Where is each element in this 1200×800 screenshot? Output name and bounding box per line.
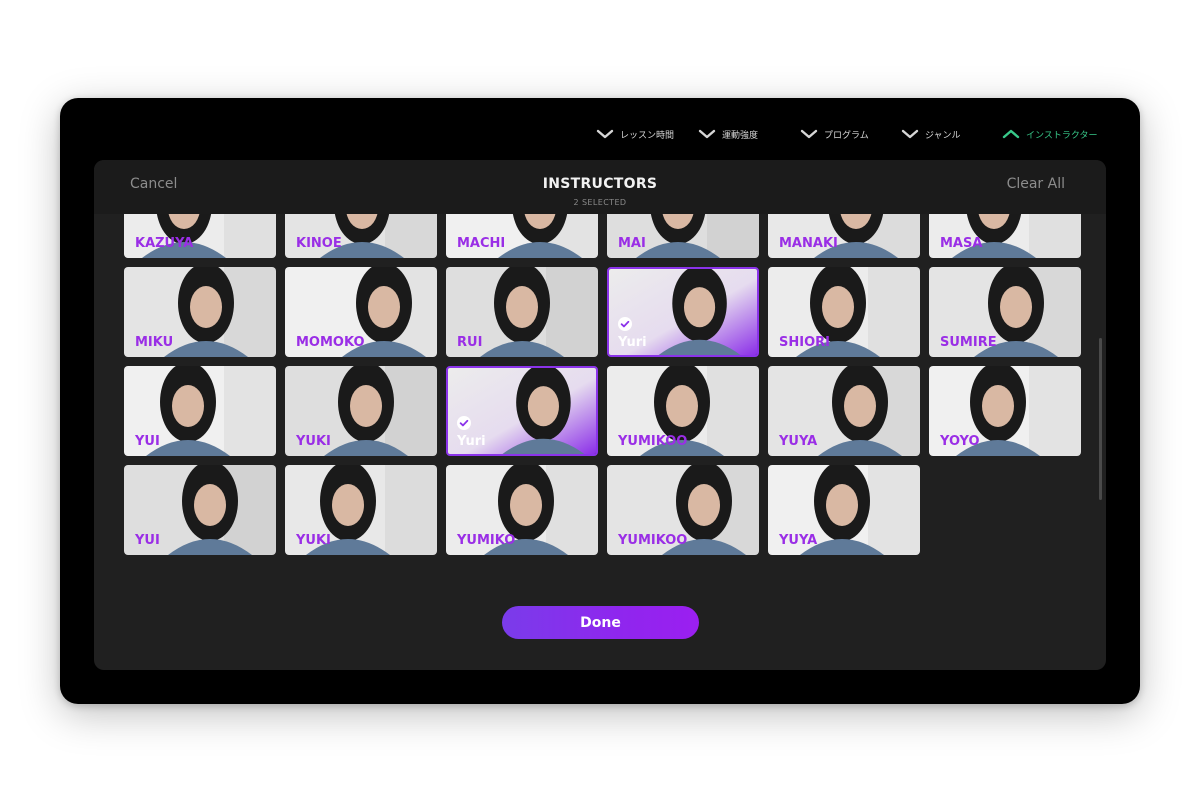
instructor-card[interactable]: MAI [607,214,759,258]
instructor-name: SUMIRE [940,335,997,350]
instructor-card[interactable]: YOYO [929,366,1081,456]
chevron-up-icon [1002,129,1020,139]
filter-intensity[interactable]: 運動強度 [698,126,758,142]
instructor-card[interactable]: SHIORI [768,267,920,357]
instructor-card[interactable]: KAZUYA [124,214,276,258]
instructor-card[interactable]: YUYA [768,366,920,456]
instructor-name: MAI [618,236,646,251]
instructor-card[interactable]: YUMIKOO [607,366,759,456]
instructor-name: MOMOKO [296,335,365,350]
instructor-card[interactable]: YUMIKO [446,465,598,555]
instructor-name: Yuri [457,434,486,449]
filter-genre[interactable]: ジャンル [901,126,961,142]
instructor-name: RUI [457,335,483,350]
tablet-device: レッスン時間 運動強度 プログラム ジャンル インストラクター Cancel I… [60,98,1140,704]
chevron-down-icon [800,129,818,139]
instructor-name: KAZUYA [135,236,194,251]
instructor-grid[interactable]: KAZUYA KINOE MACHI MAI MANAKI MASA MIKU MOMOKO R… [94,214,1106,581]
filter-label: 運動強度 [722,130,759,141]
instructor-card[interactable]: MASA [929,214,1081,258]
scrollbar[interactable] [1099,338,1102,500]
instructor-card[interactable]: Yuri [446,366,598,456]
instructor-name: YOYO [940,434,980,449]
instructor-card[interactable]: KINOE [285,214,437,258]
selected-count: 2 SELECTED [573,198,627,207]
instructor-card[interactable]: YUI [124,465,276,555]
filter-bar: レッスン時間 運動強度 プログラム ジャンル インストラクター [60,118,1140,150]
chevron-down-icon [901,129,919,139]
chevron-down-icon [698,129,716,139]
instructor-card[interactable]: MOMOKO [285,267,437,357]
instructor-name: MASA [940,236,983,251]
filter-label: プログラム [824,130,869,141]
filter-label: インストラクター [1026,130,1098,141]
checkmark-icon [618,317,632,331]
instructor-name: YUMIKO [457,533,516,548]
instructor-name: YUKI [296,533,331,548]
instructor-card[interactable]: SUMIRE [929,267,1081,357]
instructor-card[interactable]: MANAKI [768,214,920,258]
instructor-name: Yuri [618,335,647,350]
instructor-name: YUI [135,434,160,449]
instructor-card[interactable]: RUI [446,267,598,357]
instructor-name: YUMIKOO [618,434,688,449]
instructor-name: MANAKI [779,236,838,251]
instructor-name: MIKU [135,335,174,350]
instructor-name: YUMIKOO [618,533,688,548]
clear-all-button[interactable]: Clear All [1007,176,1065,192]
modal-header: Cancel INSTRUCTORS 2 SELECTED Clear All [94,160,1106,214]
filter-label: ジャンル [925,130,961,141]
instructor-name: YUYA [779,434,818,449]
instructor-card[interactable]: YUKI [285,465,437,555]
modal-title: INSTRUCTORS [542,176,658,192]
filter-program[interactable]: プログラム [800,126,869,142]
instructor-name: SHIORI [779,335,830,350]
instructor-card[interactable]: YUI [124,366,276,456]
done-button[interactable]: Done [502,606,699,639]
instructor-name: YUI [135,533,160,548]
filter-instructor[interactable]: インストラクター [1002,126,1097,142]
instructor-modal: Cancel INSTRUCTORS 2 SELECTED Clear All … [94,160,1106,670]
filter-lesson-time[interactable]: レッスン時間 [596,126,674,142]
instructor-card[interactable]: MACHI [446,214,598,258]
instructor-card[interactable]: Yuri [607,267,759,357]
chevron-down-icon [596,129,614,139]
instructor-name: YUKI [296,434,331,449]
instructor-name: MACHI [457,236,506,251]
checkmark-icon [457,416,471,430]
instructor-card[interactable]: YUKI [285,366,437,456]
instructor-name: YUYA [779,533,818,548]
instructor-card[interactable]: MIKU [124,267,276,357]
instructor-card[interactable]: YUYA [768,465,920,555]
instructor-card[interactable]: YUMIKOO [607,465,759,555]
filter-label: レッスン時間 [620,130,675,141]
instructor-name: KINOE [296,236,342,251]
